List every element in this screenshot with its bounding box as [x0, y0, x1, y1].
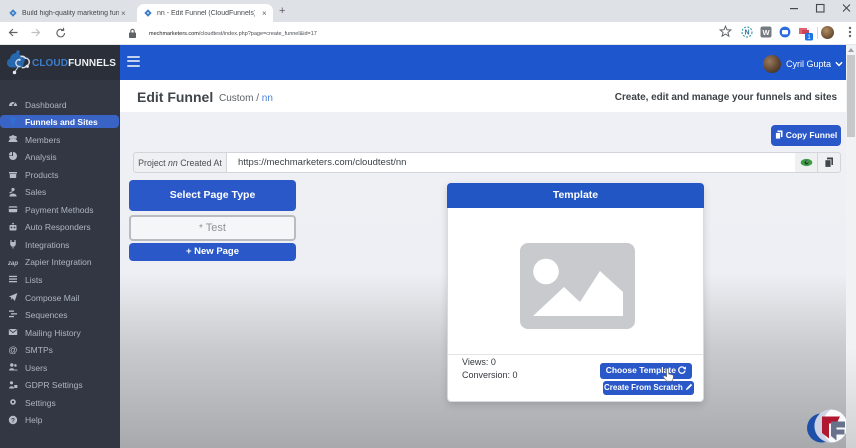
svg-text:N: N	[744, 30, 749, 37]
svg-text:?: ?	[11, 417, 15, 424]
svg-text:W: W	[762, 28, 770, 37]
